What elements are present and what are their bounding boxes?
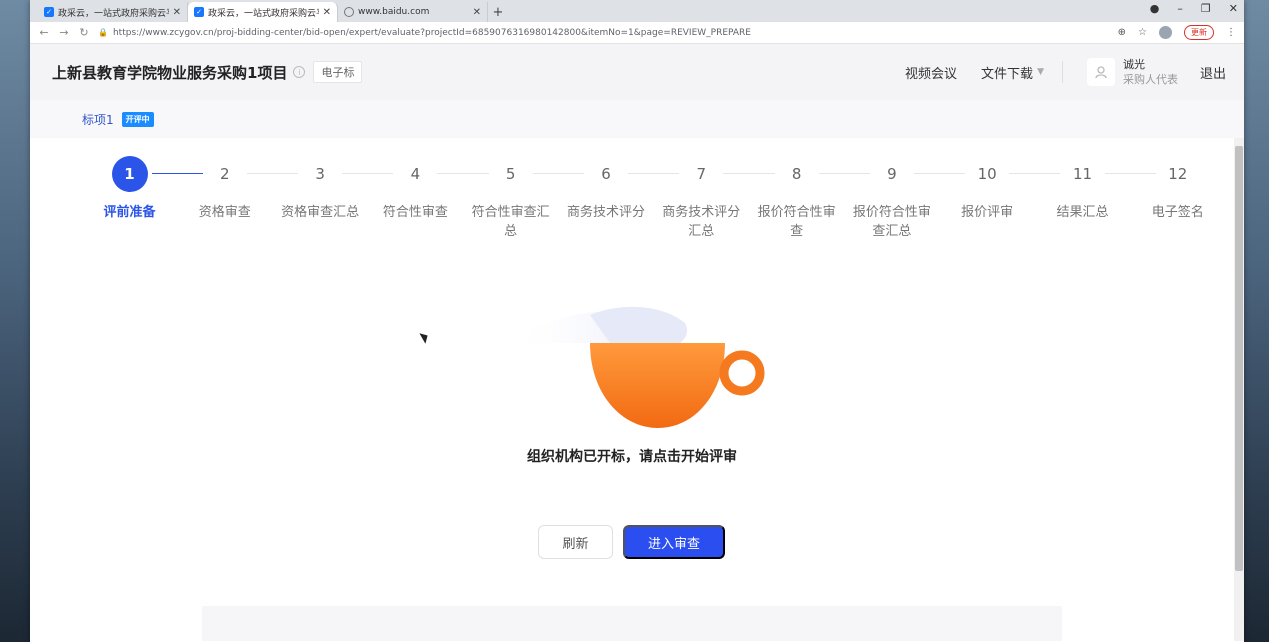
step-number: 2 [220,165,230,183]
step-10: 10 报价评审 [940,156,1035,222]
close-icon[interactable]: ✕ [473,7,481,18]
user-avatar-icon [1086,58,1115,86]
step-label: 报价符合性审查汇总 [852,205,931,239]
lock-icon: 🔒 [98,28,108,37]
step-number: 6 [601,165,611,183]
step-6: 6 商务技术评分 [559,156,654,222]
step-label: 结果汇总 [1056,205,1109,220]
file-download-label: 文件下载 [981,66,1034,82]
step-label: 电子签名 [1151,205,1204,220]
forward-icon[interactable]: → [58,26,70,39]
close-window-icon[interactable]: ✕ [1229,2,1238,15]
footer-area [202,606,1062,641]
step-number: 3 [315,165,325,183]
step-progress: 1 评前准备 2 资格审查 3 资格审查汇总 4 符合性审查 5 符合性审查汇总 6 商务技术评分 7 商… [82,156,1204,246]
address-bar: ← → ↻ 🔒 https://www.zcygov.cn/proj-biddi… [30,22,1244,44]
step-2: 2 资格审查 [177,156,272,222]
step-number: 10 [977,165,997,183]
reload-icon[interactable]: ↻ [78,26,90,39]
mouse-cursor-icon [419,330,431,344]
video-meeting-link[interactable]: 视频会议 [905,63,957,82]
step-7: 7 商务技术评分汇总 [654,156,749,241]
profile-icon[interactable] [1159,26,1172,39]
caret-down-icon: ▼ [1037,67,1044,77]
step-3: 3 资格审查汇总 [273,156,368,222]
refresh-button[interactable]: 刷新 [538,525,613,559]
step-label: 商务技术评分 [566,205,645,220]
new-tab-button[interactable]: + [488,2,508,22]
step-number: 5 [505,165,516,183]
lot-bar: 标项1 开评中 [30,100,1244,138]
status-badge: 开评中 [121,111,154,127]
step-label: 报价评审 [961,205,1014,220]
browser-tab-1[interactable]: ✓ 政采云，一站式政府采购云平台 ✕ [38,2,188,22]
tab-title: 政采云，一站式政府采购云平台 [58,8,169,19]
star-icon[interactable]: ☆ [1138,27,1147,38]
step-5: 5 符合性审查汇总 [463,156,558,241]
zoom-icon[interactable]: ⊕ [1118,27,1126,38]
tab-title: www.baidu.com [358,7,430,17]
page-title: 上新县教育学院物业服务采购1项目 [52,63,288,82]
step-8: 8 报价符合性审查 [749,156,844,241]
tab-title: 政采云，一站式政府采购云平台 [208,8,319,19]
header-divider [1061,61,1063,83]
logout-button[interactable]: 退出 [1200,63,1226,82]
record-icon[interactable]: ● [1150,2,1160,15]
scrollbar-thumb[interactable] [1235,146,1243,571]
step-number: 8 [791,165,802,183]
step-number: 12 [1168,165,1188,183]
step-12: 12 电子签名 [1130,156,1225,222]
step-number: 7 [696,165,707,183]
file-download-dropdown[interactable]: 文件下载 ▼ [981,63,1044,82]
coffee-cup-illustration [510,306,765,428]
step-label: 报价符合性审查 [757,205,836,239]
step-number: 1 [111,156,148,192]
window-controls: ● – ❐ ✕ [1150,2,1238,15]
url-text: https://www.zcygov.cn/proj-bidding-cente… [112,27,751,38]
bid-type-tag: 电子标 [313,61,363,83]
step-label: 资格审查 [198,205,251,220]
browser-tab-2[interactable]: ✓ 政采云，一站式政府采购云平台 ✕ [188,2,338,22]
main-content: 1 评前准备 2 资格审查 3 资格审查汇总 4 符合性审查 5 符合性审查汇总 6 商务技术评分 7 商… [30,138,1244,641]
step-9: 9 报价符合性审查汇总 [844,156,939,241]
browser-tab-3[interactable]: www.baidu.com ✕ [338,2,488,22]
close-icon[interactable]: ✕ [323,7,331,18]
tab-strip: ✓ 政采云，一站式政府采购云平台 ✕ ✓ 政采云，一站式政府采购云平台 ✕ ww… [30,0,1244,22]
app-header: 上新县教育学院物业服务采购1项目 i 电子标 视频会议 文件下载 ▼ 诚光 采购… [30,44,1244,100]
maximize-icon[interactable]: ❐ [1201,2,1211,15]
user-name: 诚光 [1122,58,1145,71]
step-number: 4 [410,165,421,183]
video-meeting-label: 视频会议 [905,66,958,82]
lot-tab[interactable]: 标项1 [82,111,114,128]
minimize-icon[interactable]: – [1177,2,1183,15]
step-label: 符合性审查 [382,205,448,220]
url-field[interactable]: 🔒 https://www.zcygov.cn/proj-bidding-cen… [98,28,1110,38]
globe-icon [344,7,354,17]
step-11: 11 结果汇总 [1035,156,1130,222]
step-number: 11 [1072,165,1093,183]
step-label: 符合性审查汇总 [471,205,550,239]
menu-dots-icon[interactable]: ⋮ [1226,27,1236,38]
step-label: 商务技术评分汇总 [662,205,741,239]
step-number: 9 [887,165,897,183]
info-icon[interactable]: i [293,66,306,78]
user-info[interactable]: 诚光 采购人代表 [1086,57,1178,87]
enter-review-button[interactable]: 进入审查 [623,525,725,559]
status-message: 组织机构已开标，请点击开始评审 [527,449,737,465]
step-1: 1 评前准备 [82,156,177,222]
update-button[interactable]: 更新 [1184,25,1214,40]
user-role: 采购人代表 [1122,73,1178,86]
step-4: 4 符合性审查 [368,156,463,222]
browser-window: ✓ 政采云，一站式政府采购云平台 ✕ ✓ 政采云，一站式政府采购云平台 ✕ ww… [30,0,1244,642]
zcy-favicon-icon: ✓ [194,7,204,17]
back-icon[interactable]: ← [38,26,50,39]
step-label: 评前准备 [103,205,156,220]
close-icon[interactable]: ✕ [173,7,181,18]
zcy-favicon-icon: ✓ [44,7,54,17]
scrollbar[interactable] [1234,138,1244,641]
step-label: 资格审查汇总 [281,205,360,220]
